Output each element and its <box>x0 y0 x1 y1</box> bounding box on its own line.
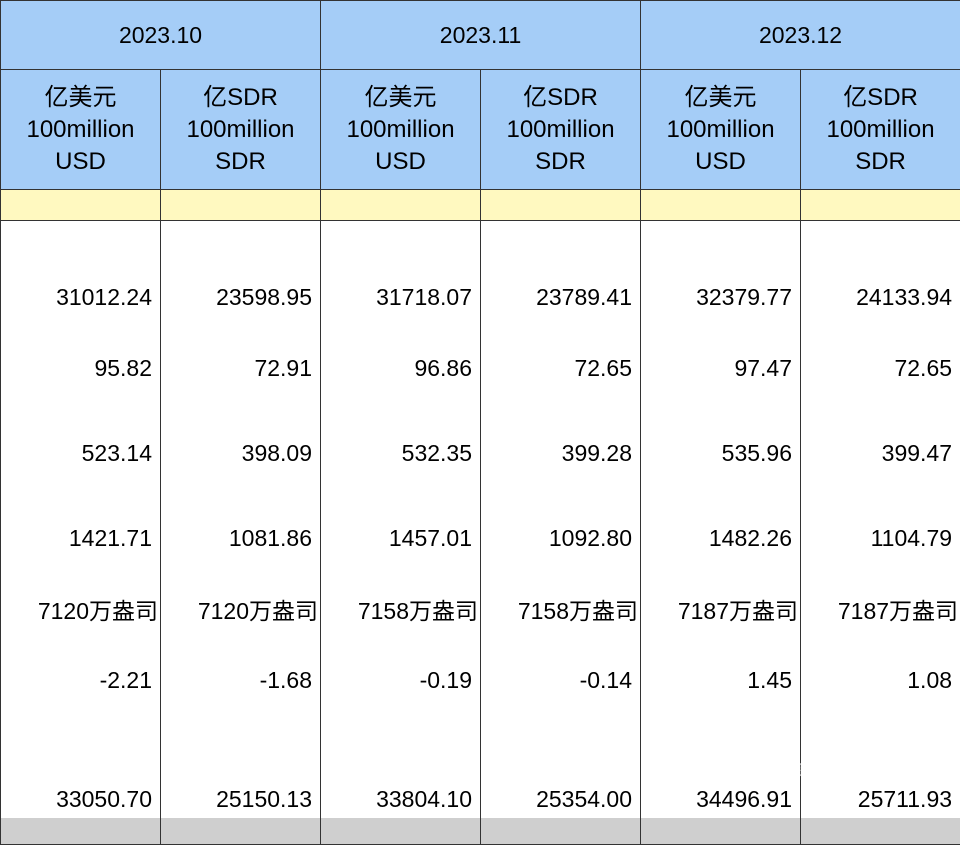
value-cell: 96.86 <box>321 326 481 411</box>
footer-cell <box>641 818 801 845</box>
footer-cell <box>161 818 321 845</box>
unit-cn: 亿SDR <box>481 82 640 114</box>
month-header: 2023.11 <box>321 1 641 70</box>
value-cell: 25354.00 <box>481 723 641 818</box>
value-cell: 33804.10 <box>321 723 481 818</box>
table-row: -2.21-1.68-0.19 -0.141.451.08 <box>1 638 960 723</box>
value-cell: 1482.26 <box>641 496 801 581</box>
value-cell: -2.21 <box>1 638 161 723</box>
value-cell: 31718.07 <box>321 221 481 326</box>
spacer-cell <box>161 190 321 221</box>
month-header: 2023.10 <box>1 1 321 70</box>
table-row: 7120万盎司7120万盎司7158万盎司 7158万盎司7187万盎司7187… <box>1 581 960 638</box>
spacer-cell <box>1 190 161 221</box>
unit-header: 亿SDR100millionSDR <box>161 70 321 190</box>
month-header: 2023.12 <box>641 1 960 70</box>
value-cell: 25150.13 <box>161 723 321 818</box>
unit-header: 亿美元100millionUSD <box>641 70 801 190</box>
value-cell: 7120万盎司 <box>161 581 321 638</box>
value-cell: 535.96 <box>641 411 801 496</box>
value-cell: 399.47 <box>801 411 960 496</box>
unit-currency: SDR <box>481 146 640 178</box>
value-cell: 7158万盎司 <box>321 581 481 638</box>
value-cell: 72.65 <box>481 326 641 411</box>
unit-en: 100million <box>321 114 480 146</box>
spacer-row <box>1 190 960 221</box>
value-cell: 1081.86 <box>161 496 321 581</box>
value-cell: 7187万盎司 <box>641 581 801 638</box>
unit-en: 100million <box>641 114 800 146</box>
value-cell: -0.14 <box>481 638 641 723</box>
unit-header: 亿SDR100millionSDR <box>481 70 641 190</box>
value-cell: 7120万盎司 <box>1 581 161 638</box>
reserves-table: 2023.10 2023.11 2023.12 亿美元100millionUSD… <box>0 0 960 845</box>
unit-header: 亿SDR100millionSDR <box>801 70 960 190</box>
value-cell: 31012.24 <box>1 221 161 326</box>
value-cell: 1421.71 <box>1 496 161 581</box>
unit-en: 100million <box>801 114 960 146</box>
footer-row <box>1 818 960 845</box>
value-cell: 72.91 <box>161 326 321 411</box>
unit-cn: 亿SDR <box>161 82 320 114</box>
spacer-cell <box>321 190 481 221</box>
footer-cell <box>321 818 481 845</box>
image-source-caption: 图片来源：人民银行官网 <box>798 760 952 780</box>
footer-cell <box>481 818 641 845</box>
value-cell: 97.47 <box>641 326 801 411</box>
value-cell: 95.82 <box>1 326 161 411</box>
table-row: 95.8272.9196.86 72.6597.4772.65 <box>1 326 960 411</box>
value-cell: 7158万盎司 <box>481 581 641 638</box>
unit-header: 亿美元100millionUSD <box>321 70 481 190</box>
table-row: 1421.711081.861457.01 1092.801482.261104… <box>1 496 960 581</box>
spacer-cell <box>641 190 801 221</box>
value-cell: 33050.70 <box>1 723 161 818</box>
footer-cell <box>1 818 161 845</box>
spacer-cell <box>801 190 960 221</box>
value-cell: 1.45 <box>641 638 801 723</box>
value-cell: 72.65 <box>801 326 960 411</box>
table-row: 31012.2423598.9531718.07 23789.4132379.7… <box>1 221 960 326</box>
value-cell: 1457.01 <box>321 496 481 581</box>
unit-cn: 亿美元 <box>1 82 160 114</box>
footer-cell <box>801 818 960 845</box>
unit-cn: 亿SDR <box>801 82 960 114</box>
value-cell: 23598.95 <box>161 221 321 326</box>
unit-currency: SDR <box>801 146 960 178</box>
unit-currency: SDR <box>161 146 320 178</box>
value-cell: 399.28 <box>481 411 641 496</box>
unit-en: 100million <box>161 114 320 146</box>
unit-currency: USD <box>1 146 160 178</box>
value-cell: 32379.77 <box>641 221 801 326</box>
unit-cn: 亿美元 <box>641 82 800 114</box>
value-cell: 34496.91 <box>641 723 801 818</box>
value-cell: 398.09 <box>161 411 321 496</box>
value-cell: 24133.94 <box>801 221 960 326</box>
unit-header: 亿美元100millionUSD <box>1 70 161 190</box>
value-cell: 1.08 <box>801 638 960 723</box>
value-cell: 23789.41 <box>481 221 641 326</box>
value-cell: 7187万盎司 <box>801 581 960 638</box>
spacer-cell <box>481 190 641 221</box>
unit-cn: 亿美元 <box>321 82 480 114</box>
unit-en: 100million <box>481 114 640 146</box>
unit-header-row: 亿美元100millionUSD 亿SDR100millionSDR 亿美元10… <box>1 70 960 190</box>
value-cell: 1104.79 <box>801 496 960 581</box>
unit-en: 100million <box>1 114 160 146</box>
value-cell: 1092.80 <box>481 496 641 581</box>
value-cell: 523.14 <box>1 411 161 496</box>
value-cell: 532.35 <box>321 411 481 496</box>
value-cell: -0.19 <box>321 638 481 723</box>
month-header-row: 2023.10 2023.11 2023.12 <box>1 1 960 70</box>
value-cell: -1.68 <box>161 638 321 723</box>
unit-currency: USD <box>641 146 800 178</box>
table-row: 523.14398.09532.35 399.28535.96399.47 <box>1 411 960 496</box>
unit-currency: USD <box>321 146 480 178</box>
